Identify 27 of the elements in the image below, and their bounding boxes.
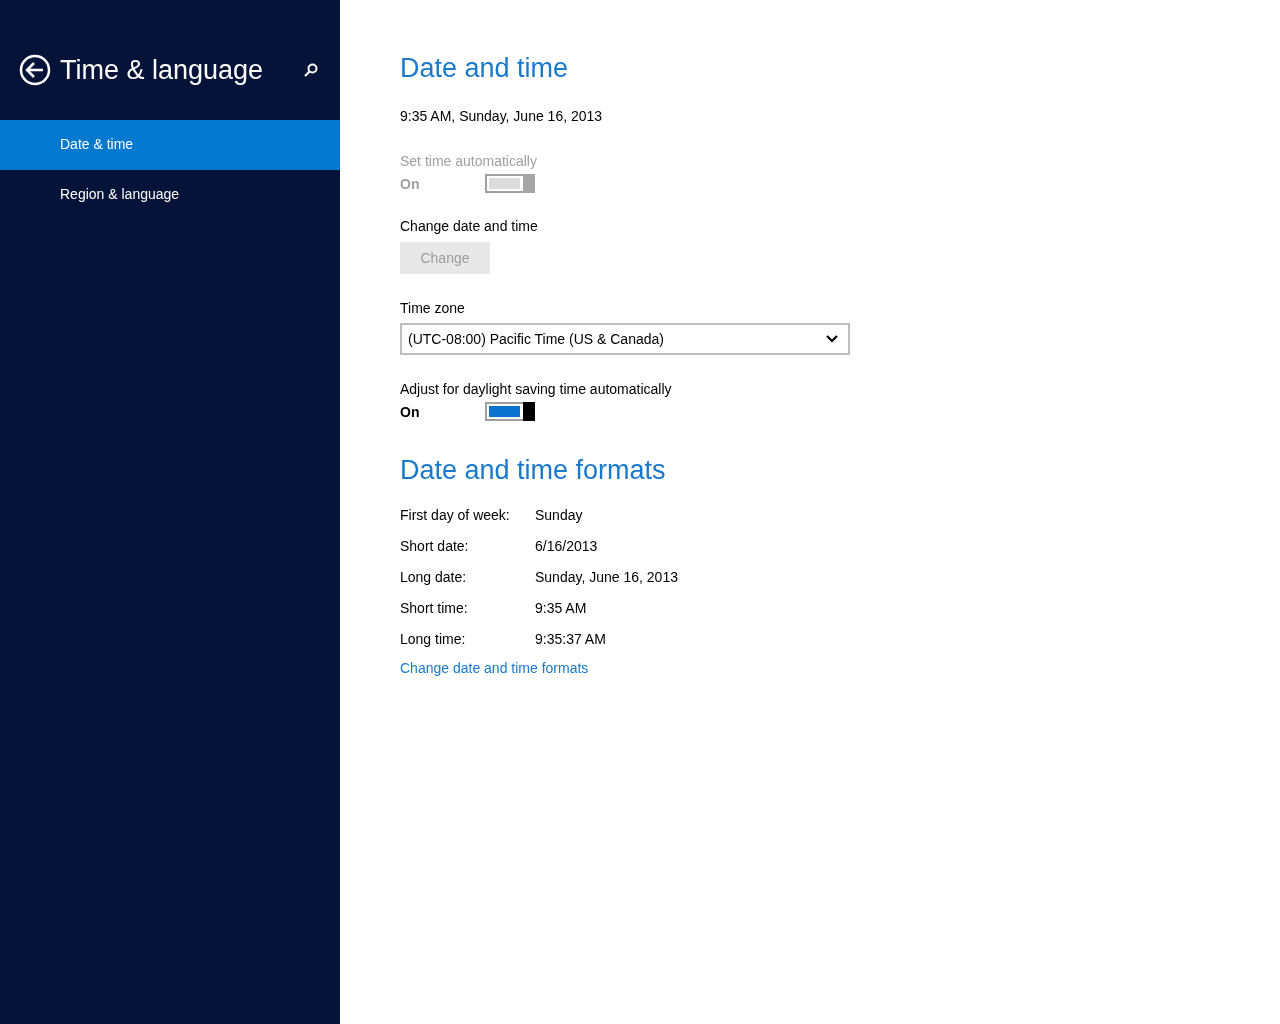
format-label: Long date: [400,568,468,587]
format-label: Long time: [400,630,467,649]
setting-label: Change date and time [400,217,539,236]
format-value: 9:35 AM [535,599,588,618]
setting-label: Adjust for daylight saving time automatically [400,380,673,399]
search-icon[interactable] [304,63,318,77]
change-formats-link[interactable]: Change date and time formats [400,660,589,676]
chevron-down-icon [826,335,838,343]
setting-label: Time zone [400,299,466,318]
setting-label: Set time automatically [400,152,538,171]
time-zone-dropdown[interactable]: (UTC-08:00) Pacific Time (US & Canada) [400,323,850,355]
section-heading: Date and time formats [400,455,667,487]
format-value: Sunday, June 16, 2013 [535,568,679,587]
format-label: Short date: [400,537,470,556]
toggle-state: On [400,403,421,420]
format-label: First day of week: [400,506,511,525]
format-label: Short time: [400,599,469,618]
section-heading: Date and time [400,53,570,85]
toggle-state: On [400,175,421,192]
nav-item[interactable]: Date & time [0,120,340,170]
page-title: Time & language [60,54,265,86]
current-date-time: 9:35 AM, Sunday, June 16, 2013 [400,107,604,126]
format-value: 9:35:37 AM [535,630,607,649]
nav-item[interactable]: Region & language [0,170,340,220]
toggle-switch[interactable] [485,402,535,421]
format-value: 6/16/2013 [535,537,599,556]
format-value: Sunday [535,506,584,525]
